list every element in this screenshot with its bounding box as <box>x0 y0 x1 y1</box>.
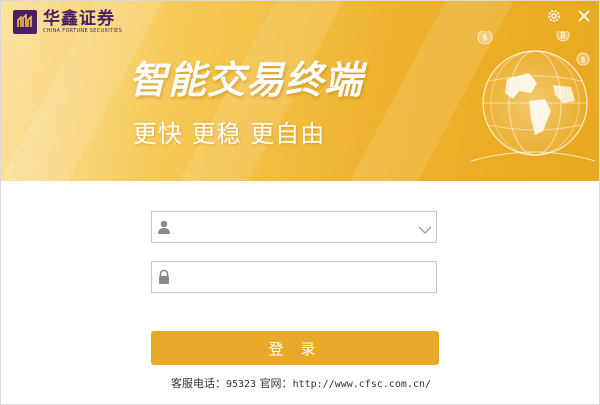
brand-logo: 华鑫证券 CHINA FORTUNE SECURITIES <box>13 9 122 35</box>
user-icon <box>156 219 172 235</box>
promo-banner: 华鑫证券 CHINA FORTUNE SECURITIES 智能交易终端 更快 … <box>1 1 599 181</box>
lock-icon <box>156 269 172 285</box>
brand-name-en: CHINA FORTUNE SECURITIES <box>43 27 123 34</box>
login-button[interactable]: 登 录 <box>151 331 439 365</box>
gear-icon[interactable] <box>546 8 562 24</box>
svg-text:₿: ₿ <box>560 31 566 40</box>
username-input[interactable] <box>176 212 420 244</box>
hotline-number: 95323 <box>225 379 257 390</box>
footer-contact: 客服电话：95323 官网：http://www.cfsc.com.cn/ <box>1 375 599 391</box>
hotline-label: 客服电话： <box>170 377 226 390</box>
login-form: 登 录 客服电话：95323 官网：http://www.cfsc.com.cn… <box>1 181 599 404</box>
svg-text:$: $ <box>580 55 585 64</box>
brand-mark-icon <box>13 10 37 34</box>
banner-headline: 智能交易终端 <box>129 58 364 102</box>
chevron-down-icon[interactable] <box>418 221 432 234</box>
website-link[interactable]: http://www.cfsc.com.cn/ <box>293 379 431 390</box>
password-field[interactable] <box>151 261 437 294</box>
close-icon[interactable] <box>577 8 591 22</box>
banner-tagline: 更快 更稳 更自由 <box>133 120 326 148</box>
password-input[interactable] <box>176 262 420 294</box>
website-label: 官网： <box>259 377 293 390</box>
svg-text:$: $ <box>482 34 488 44</box>
login-window: 华鑫证券 CHINA FORTUNE SECURITIES 智能交易终端 更快 … <box>0 0 600 405</box>
username-field[interactable] <box>151 211 437 244</box>
brand-name: 华鑫证券 <box>43 8 115 29</box>
globe-illustration: $ ₿ $ <box>470 31 596 162</box>
